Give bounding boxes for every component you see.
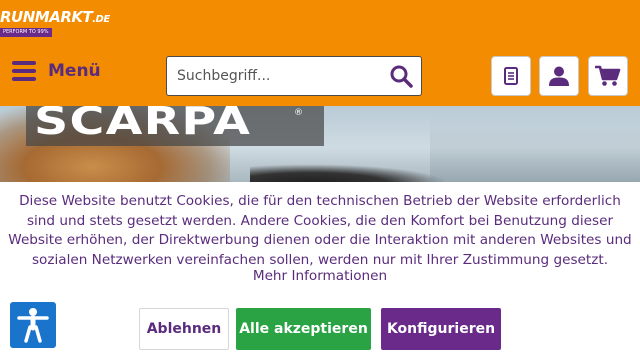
hero-photo-rocks [250,164,450,182]
search-button[interactable] [387,63,415,89]
reject-cookies-button[interactable]: Ablehnen [139,308,229,350]
brand-logo: SCARPA [34,106,252,143]
notes-button[interactable] [491,56,531,96]
search-input[interactable] [167,57,377,95]
cart-icon [595,65,621,86]
logo-wordmark: RUNMARKT.DE [0,8,110,26]
hero-banner[interactable]: SCARPA ® [0,106,640,182]
search-icon [390,65,413,88]
accept-all-cookies-button[interactable]: Alle akzeptieren [236,308,371,350]
menu-button[interactable]: Menü [12,56,101,86]
more-info-link[interactable]: Mehr Informationen [0,268,640,284]
accessibility-button[interactable] [10,302,56,348]
notes-icon [504,67,518,85]
logo-main-text: RUNMARKT [0,8,93,26]
hero-photo-grass [430,116,640,182]
cookie-text: Diese Website benutzt Cookies, die für d… [8,193,632,268]
hamburger-icon [12,61,36,81]
accessibility-icon [17,308,49,343]
menu-label: Menü [48,61,101,81]
configure-cookies-button[interactable]: Konfigurieren [381,308,501,350]
user-icon [549,66,569,86]
brand-registered-mark: ® [294,108,303,118]
site-header: RUNMARKT.DE PERFORM TO 99% Menü [0,0,640,106]
logo-tld-text: .DE [92,14,110,25]
search-box [166,56,422,96]
account-button[interactable] [539,56,579,96]
logo-tagline: PERFORM TO 99% [0,28,52,37]
cart-button[interactable] [588,56,628,96]
